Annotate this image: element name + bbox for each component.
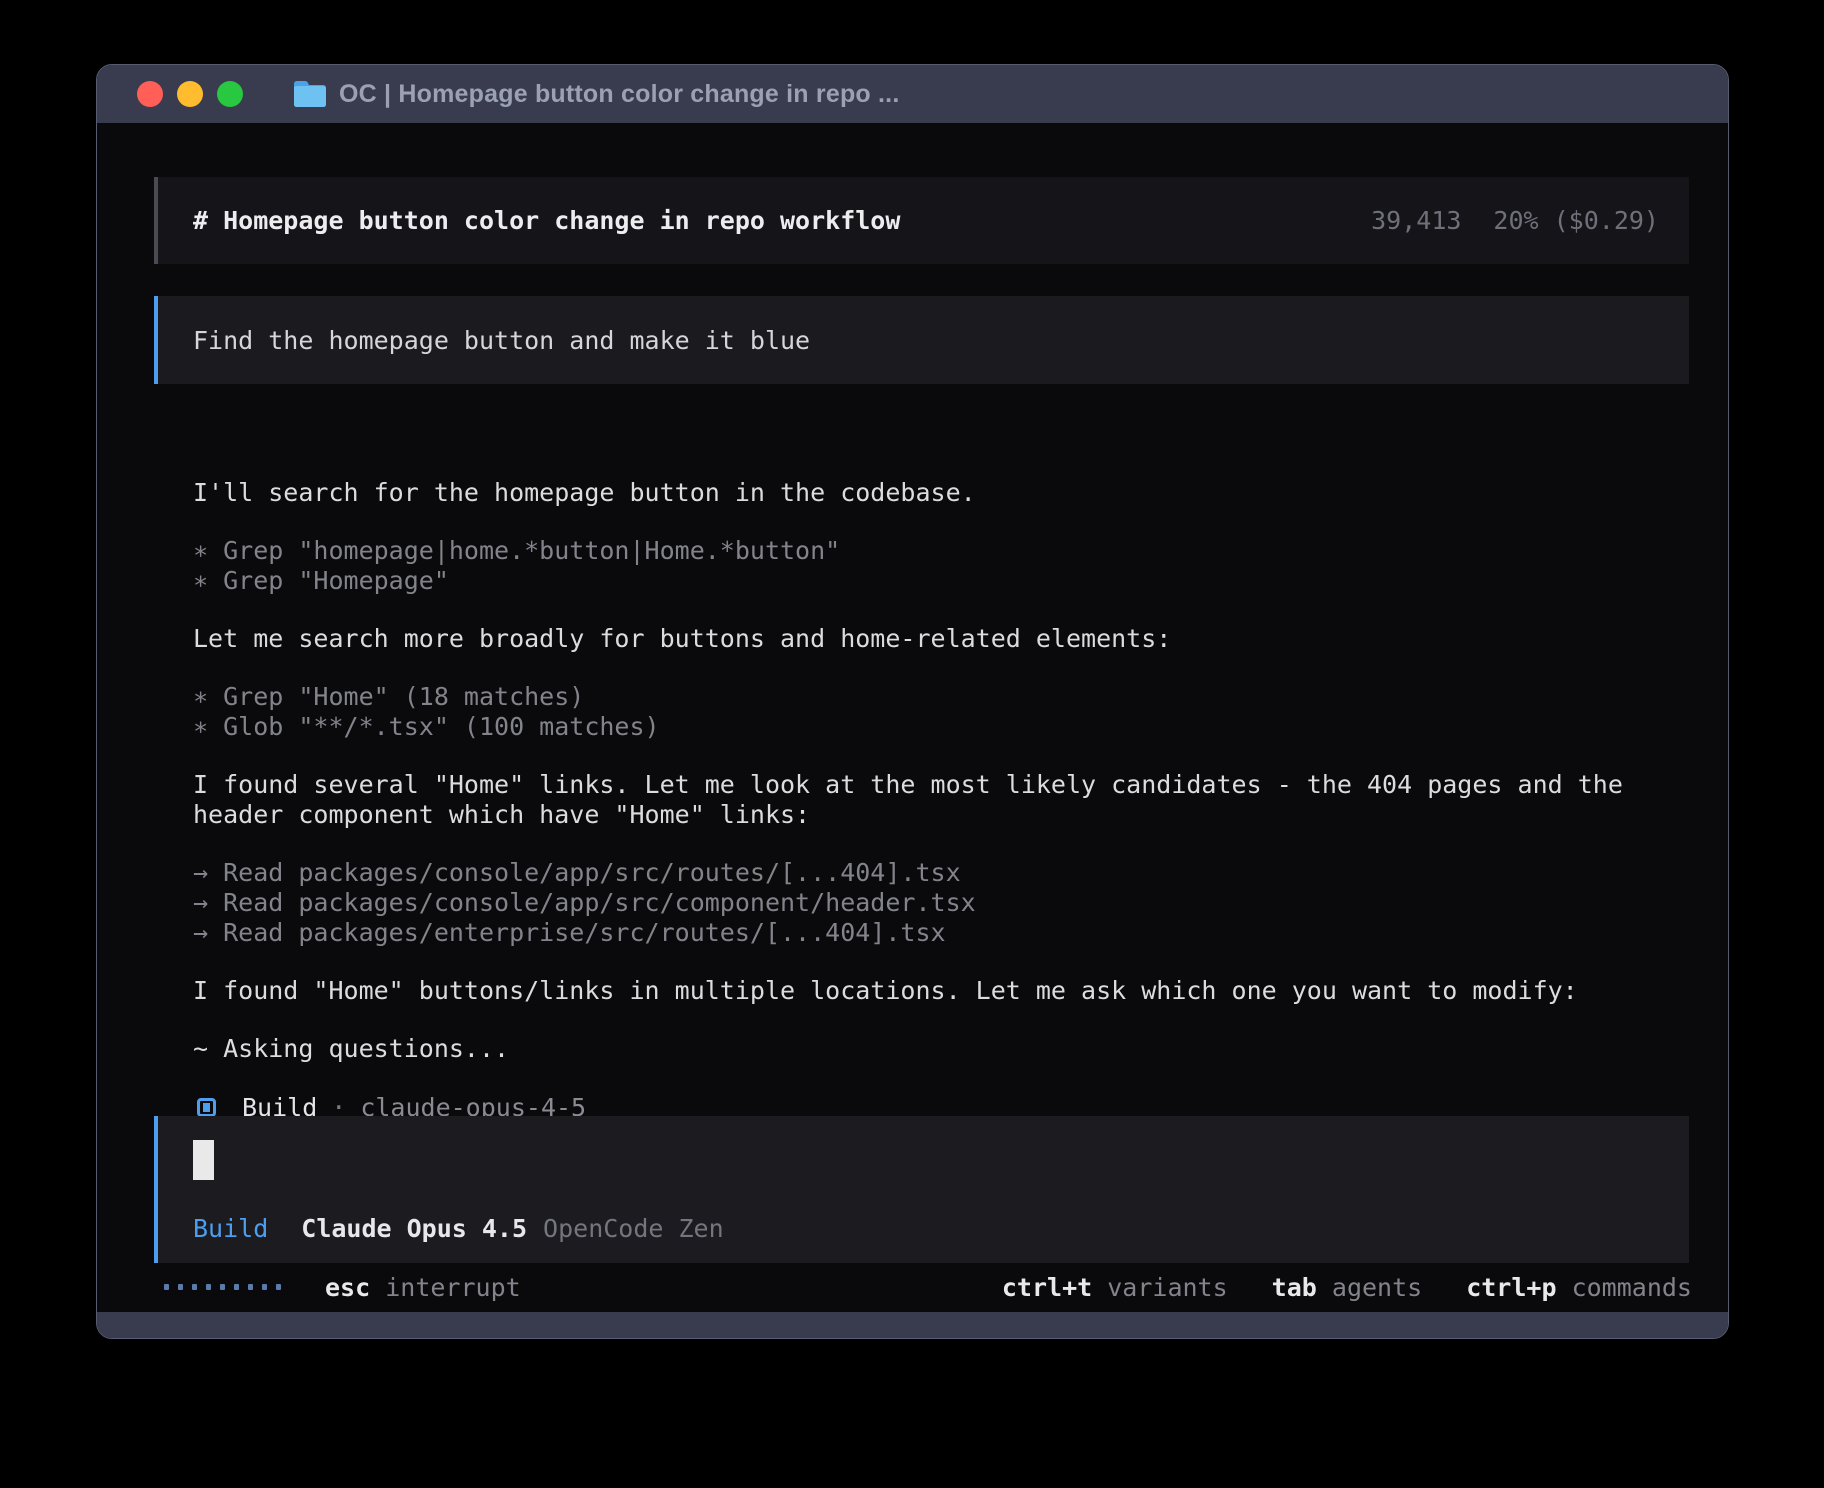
blank-line — [193, 1064, 1689, 1092]
session-header: # Homepage button color change in repo w… — [154, 177, 1689, 264]
zoom-button[interactable] — [217, 81, 243, 107]
user-message: Find the homepage button and make it blu… — [154, 296, 1689, 384]
hint-key: tab — [1272, 1273, 1317, 1302]
user-message-text: Find the homepage button and make it blu… — [193, 326, 810, 355]
hint-interrupt: esc interrupt — [325, 1273, 521, 1302]
hint-label: commands — [1572, 1273, 1692, 1302]
activity-dot — [192, 1284, 197, 1290]
assistant-text-line: I found "Home" buttons/links in multiple… — [193, 976, 1689, 1006]
close-button[interactable] — [137, 81, 163, 107]
hint-label: agents — [1332, 1273, 1422, 1302]
hint-agents: tab agents — [1272, 1273, 1423, 1302]
tool-call-line: ∗ Glob "**/*.tsx" (100 matches) — [193, 712, 1689, 742]
assistant-text-line: ~ Asking questions... — [193, 1034, 1689, 1064]
hint-commands: ctrl+p commands — [1466, 1273, 1692, 1302]
blank-line — [193, 830, 1689, 858]
terminal-content: # Homepage button color change in repo w… — [97, 123, 1728, 1312]
status-bar-left: esc interrupt — [164, 1273, 521, 1302]
activity-dot — [164, 1284, 169, 1290]
tool-call-line: → Read packages/console/app/src/routes/[… — [193, 858, 1689, 888]
text-cursor — [193, 1140, 214, 1180]
blank-line — [193, 596, 1689, 624]
activity-dot — [206, 1284, 211, 1290]
input-agent-label[interactable]: Build — [193, 1214, 268, 1243]
session-stats: 39,413 20% ($0.29) — [1371, 206, 1659, 235]
window-bottom-strip — [97, 1312, 1728, 1338]
tool-call-line: ∗ Grep "homepage|home.*button|Home.*butt… — [193, 536, 1689, 566]
tool-call-line: → Read packages/enterprise/src/routes/[.… — [193, 918, 1689, 948]
token-count: 39,413 — [1371, 206, 1461, 235]
window-title: OC | Homepage button color change in rep… — [339, 80, 899, 109]
status-bar-right: ctrl+t variants tab agents ctrl+p commands — [1002, 1273, 1692, 1302]
tool-call-line: ∗ Grep "Homepage" — [193, 566, 1689, 596]
tool-call-line: → Read packages/console/app/src/componen… — [193, 888, 1689, 918]
minimize-button[interactable] — [177, 81, 203, 107]
assistant-text-line: I found several "Home" links. Let me loo… — [193, 770, 1689, 800]
blank-line — [193, 654, 1689, 682]
prompt-input[interactable]: Build Claude Opus 4.5 OpenCode Zen — [154, 1116, 1689, 1263]
status-bar: esc interrupt ctrl+t variantstab agentsc… — [164, 1272, 1692, 1302]
folder-icon — [293, 80, 327, 108]
blank-line — [193, 742, 1689, 770]
hint-label: variants — [1107, 1273, 1227, 1302]
blank-line — [193, 1006, 1689, 1034]
terminal-window: OC | Homepage button color change in rep… — [96, 64, 1729, 1339]
tool-call-line: ∗ Grep "Home" (18 matches) — [193, 682, 1689, 712]
activity-dot — [220, 1284, 225, 1290]
hint-variants: ctrl+t variants — [1002, 1273, 1228, 1302]
input-provider-label: OpenCode Zen — [543, 1214, 724, 1243]
titlebar[interactable]: OC | Homepage button color change in rep… — [97, 65, 1728, 123]
activity-dot — [262, 1284, 267, 1290]
agent-icon — [197, 1098, 216, 1117]
assistant-text-line: I'll search for the homepage button in t… — [193, 478, 1689, 508]
assistant-text-line: Let me search more broadly for buttons a… — [193, 624, 1689, 654]
hint-key: esc — [325, 1273, 370, 1302]
blank-line — [193, 508, 1689, 536]
activity-dot — [234, 1284, 239, 1290]
input-model-label[interactable]: Claude Opus 4.5 — [301, 1214, 527, 1243]
activity-dots — [164, 1284, 281, 1290]
conversation: I'll search for the homepage button in t… — [193, 478, 1689, 1122]
assistant-text-line: header component which have "Home" links… — [193, 800, 1689, 830]
hint-key: ctrl+p — [1466, 1273, 1556, 1302]
hint-key: ctrl+t — [1002, 1273, 1092, 1302]
blank-line — [193, 948, 1689, 976]
context-cost: 20% ($0.29) — [1493, 206, 1659, 235]
activity-dot — [178, 1284, 183, 1290]
activity-dot — [248, 1284, 253, 1290]
activity-dot — [276, 1284, 281, 1290]
hint-label: interrupt — [385, 1273, 520, 1302]
session-title: # Homepage button color change in repo w… — [193, 206, 900, 235]
input-meta: Build Claude Opus 4.5 OpenCode Zen — [193, 1214, 724, 1243]
